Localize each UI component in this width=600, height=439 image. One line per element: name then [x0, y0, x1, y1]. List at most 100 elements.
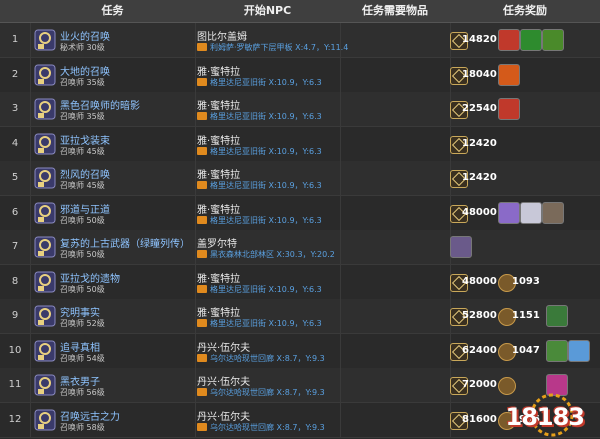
map-flag-icon — [197, 388, 207, 396]
row-number: 2 — [11, 68, 19, 80]
reward-item-icon[interactable] — [498, 63, 520, 86]
quest-level: 召唤师 58级 — [60, 422, 105, 432]
quest-name-link[interactable]: 亚拉戈装束 — [60, 132, 110, 147]
npc-location-link[interactable]: 乌尔达哈现世回廊 X:8.7，Y:9.3 — [197, 353, 325, 364]
map-flag-icon — [197, 181, 207, 189]
reward-item-icon[interactable] — [498, 29, 520, 51]
map-flag-icon — [197, 215, 207, 224]
gil-amount: 72000 — [462, 379, 497, 390]
quest-icon — [34, 374, 56, 396]
quest-name-link[interactable]: 召唤远古之力 — [60, 408, 120, 423]
table-row: 7 复苏的上古武器（绿瞳列传） 召唤师 50级 盖罗尔特 黑衣森林北部林区 X:30.3… — [0, 230, 600, 265]
header-task: 任务 — [101, 4, 124, 17]
quest-level: 秘术师 30级 — [60, 43, 105, 52]
npc-location-link[interactable]: 格里达尼亚旧街 X:10.9，Y:6.3 — [197, 111, 322, 122]
location-text: 格里达尼亚旧街 X:10.9，Y:6.3 — [210, 146, 322, 156]
header-items: 任务需要物品 — [362, 4, 428, 17]
npc-name: 丹兴·伍尔夫 — [197, 377, 251, 388]
map-flag-icon — [197, 284, 207, 293]
quest-name-link[interactable]: 追寻真相 — [60, 339, 100, 354]
quest-level: 召唤师 56级 — [60, 388, 105, 397]
table-row: 2 大地的召唤 召唤师 35级 雅·蜜特拉 格里达尼亚旧街 X:10.9，Y:6.3 18… — [0, 57, 600, 93]
quest-name-link[interactable]: 黑衣男子 — [60, 373, 100, 388]
reward-item-icon[interactable] — [542, 29, 564, 51]
quest-level: 召唤师 50级 — [60, 284, 105, 294]
row-number: 9 — [11, 310, 19, 321]
npc-location-link[interactable]: 格里达尼亚旧街 X:10.9，Y:6.3 — [197, 180, 322, 191]
row-number: 5 — [11, 172, 19, 183]
row-number: 7 — [11, 241, 19, 252]
location-text: 格里达尼亚旧街 X:10.9，Y:6.3 — [210, 181, 322, 190]
npc-location-link[interactable]: 格里达尼亚旧街 X:10.9，Y:6.3 — [197, 284, 322, 295]
header-npc: 开始NPC — [243, 4, 292, 17]
row-number: 10 — [8, 344, 22, 356]
quest-icon — [34, 409, 56, 430]
npc-name: 雅·蜜特拉 — [197, 308, 241, 319]
quest-name-link[interactable]: 究明事实 — [60, 304, 100, 319]
npc-location-link[interactable]: 利姆萨·罗敏萨下层甲板 X:4.7，Y:11.4 — [197, 42, 348, 53]
quest-name-link[interactable]: 黑色召唤师的暗影 — [60, 97, 140, 112]
row-number: 3 — [11, 103, 19, 114]
reward-item-icon[interactable] — [568, 339, 590, 362]
reward-item-icon[interactable] — [498, 201, 520, 224]
table-row: 1 业火的召唤 秘术师 30级 图比尔盖姆 利姆萨·罗敏萨下层甲板 X:4.7，Y:11… — [0, 23, 600, 58]
quest-name-link[interactable]: 邪道与正道 — [60, 201, 110, 216]
quest-name-link[interactable]: 复苏的上古武器（绿瞳列传） — [60, 235, 190, 250]
npc-name: 雅·蜜特拉 — [197, 66, 241, 78]
reward-item-icon[interactable] — [546, 339, 568, 362]
row-number: 11 — [8, 379, 22, 390]
npc-location-link[interactable]: 乌尔达哈现世回廊 X:8.7，Y:9.3 — [197, 422, 325, 433]
location-text: 乌尔达哈现世回廊 X:8.7，Y:9.3 — [210, 353, 325, 363]
npc-location-link[interactable]: 格里达尼亚旧街 X:10.9，Y:6.3 — [197, 146, 322, 157]
tomestone-amount: 1151 — [512, 310, 540, 321]
quest-icon — [34, 236, 56, 258]
reward-item-icon[interactable] — [498, 98, 520, 120]
location-text: 格里达尼亚旧街 X:10.9，Y:6.3 — [210, 77, 322, 87]
reward-item-icon[interactable] — [520, 29, 542, 51]
quest-icon — [34, 29, 56, 51]
npc-name: 丹兴·伍尔夫 — [197, 411, 251, 423]
table-row: 6 邪道与正道 召唤师 50级 雅·蜜特拉 格里达尼亚旧街 X:10.9，Y:6.3 48… — [0, 195, 600, 231]
location-text: 格里达尼亚旧街 X:10.9，Y:6.3 — [210, 319, 322, 328]
table-row: 10 追寻真相 召唤师 54级 丹兴·伍尔夫 乌尔达哈现世回廊 X:8.7，Y:9.3 6… — [0, 333, 600, 369]
npc-name: 雅·蜜特拉 — [197, 101, 241, 112]
npc-location-link[interactable]: 格里达尼亚旧街 X:10.9，Y:6.3 — [197, 77, 322, 88]
npc-name: 丹兴·伍尔夫 — [197, 342, 251, 354]
npc-location-link[interactable]: 格里达尼亚旧街 X:10.9，Y:6.3 — [197, 318, 322, 329]
reward-item-icon[interactable] — [520, 201, 542, 224]
map-flag-icon — [197, 43, 207, 51]
gil-amount: 22540 — [462, 103, 497, 114]
reward-item-icon[interactable] — [542, 201, 564, 224]
row-number: 4 — [11, 137, 19, 149]
location-text: 利姆萨·罗敏萨下层甲板 X:4.7，Y:11.4 — [210, 43, 349, 52]
quest-icon — [34, 167, 56, 189]
npc-location-link[interactable]: 乌尔达哈现世回廊 X:8.7，Y:9.3 — [197, 387, 325, 398]
npc-location-link[interactable]: 黑衣森林北部林区 X:30.3，Y:20.2 — [197, 249, 335, 260]
quest-level: 召唤师 35级 — [60, 112, 105, 121]
reward-item-icon[interactable] — [450, 236, 472, 258]
table-row: 8 亚拉戈的遗物 召唤师 50级 雅·蜜特拉 格里达尼亚旧街 X:10.9，Y:6.3 4… — [0, 264, 600, 300]
quest-level: 召唤师 52级 — [60, 319, 105, 328]
npc-location-link[interactable]: 格里达尼亚旧街 X:10.9，Y:6.3 — [197, 215, 322, 226]
gil-amount: 18040 — [462, 68, 497, 80]
location-text: 格里达尼亚旧街 X:10.9，Y:6.3 — [210, 215, 322, 225]
table-header: 任务 开始NPC 任务需要物品 任务奖励 — [0, 0, 600, 23]
quest-name-link[interactable]: 大地的召唤 — [60, 63, 110, 78]
quest-name-link[interactable]: 业火的召唤 — [60, 28, 110, 43]
map-flag-icon — [197, 77, 207, 86]
npc-name: 雅·蜜特拉 — [197, 273, 241, 285]
reward-item-icon[interactable] — [546, 305, 568, 327]
gil-amount: 52800 — [462, 310, 497, 321]
tomestone-amount: 1093 — [512, 275, 540, 287]
map-flag-icon — [197, 422, 207, 431]
quest-name-link[interactable]: 亚拉戈的遗物 — [60, 270, 120, 285]
gil-amount: 81600 — [462, 413, 497, 425]
table-row: 9 究明事实 召唤师 52级 雅·蜜特拉 格里达尼亚旧街 X:10.9，Y:6.3 528… — [0, 299, 600, 334]
table-row: 3 黑色召唤师的暗影 召唤师 35级 雅·蜜特拉 格里达尼亚旧街 X:10.9，Y:6.… — [0, 92, 600, 127]
npc-name: 雅·蜜特拉 — [197, 135, 241, 147]
quest-name-link[interactable]: 烈风的召唤 — [60, 166, 110, 181]
quest-level: 召唤师 35级 — [60, 77, 105, 87]
location-text: 格里达尼亚旧街 X:10.9，Y:6.3 — [210, 112, 322, 121]
location-text: 乌尔达哈现世回廊 X:8.7，Y:9.3 — [210, 422, 325, 432]
map-flag-icon — [197, 112, 207, 120]
